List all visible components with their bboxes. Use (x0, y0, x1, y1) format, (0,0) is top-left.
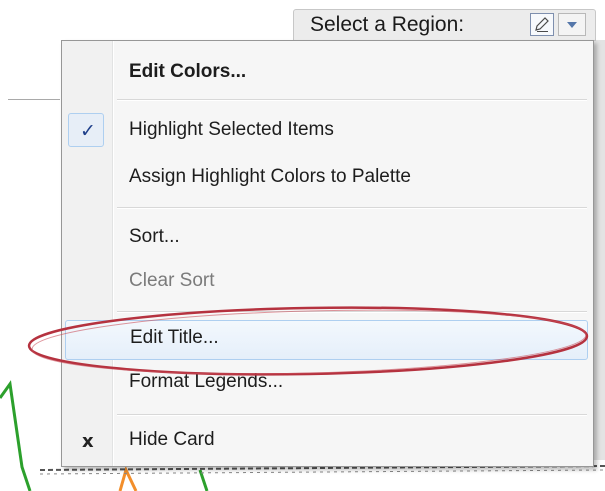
menu-item-clear-sort: Clear Sort (65, 262, 588, 304)
menu-item-edit-title[interactable]: Edit Title... (65, 320, 588, 360)
pencil-icon[interactable] (530, 13, 554, 36)
menu-item-hide-card[interactable]: x Hide Card (65, 421, 588, 463)
x-icon: x (82, 431, 94, 452)
chart-line-green (0, 380, 32, 491)
menu-item-highlight-selected-items[interactable]: ✓ Highlight Selected Items (65, 111, 588, 153)
menu-item-label: Hide Card (129, 429, 215, 450)
region-selector[interactable]: Select a Region: (293, 9, 596, 41)
menu-item-label: Format Legends... (129, 371, 284, 392)
menu-separator (117, 207, 587, 209)
menu-separator (117, 414, 587, 416)
menu-item-edit-colors[interactable]: Edit Colors... (65, 53, 588, 95)
menu-item-sort[interactable]: Sort... (65, 218, 588, 260)
menu-item-label: Clear Sort (129, 270, 215, 291)
menu-item-label: Highlight Selected Items (129, 119, 334, 140)
menu-separator (117, 99, 587, 101)
menu-separator (117, 311, 587, 313)
menu-item-label: Edit Colors... (129, 61, 247, 82)
menu-item-label: Assign Highlight Colors to Palette (129, 166, 411, 187)
menu-item-label: Edit Title... (130, 327, 219, 348)
menu-item-label: Sort... (129, 226, 180, 247)
chevron-down-icon[interactable] (558, 13, 586, 36)
checkmark-icon: ✓ (80, 120, 96, 142)
menu-item-format-legends[interactable]: Format Legends... (65, 363, 588, 405)
region-selector-label: Select a Region: (310, 13, 465, 36)
context-menu: Edit Colors... ✓ Highlight Selected Item… (61, 40, 594, 467)
menu-item-assign-highlight-colors[interactable]: Assign Highlight Colors to Palette (65, 158, 588, 200)
checkmark-box: ✓ (68, 113, 104, 147)
